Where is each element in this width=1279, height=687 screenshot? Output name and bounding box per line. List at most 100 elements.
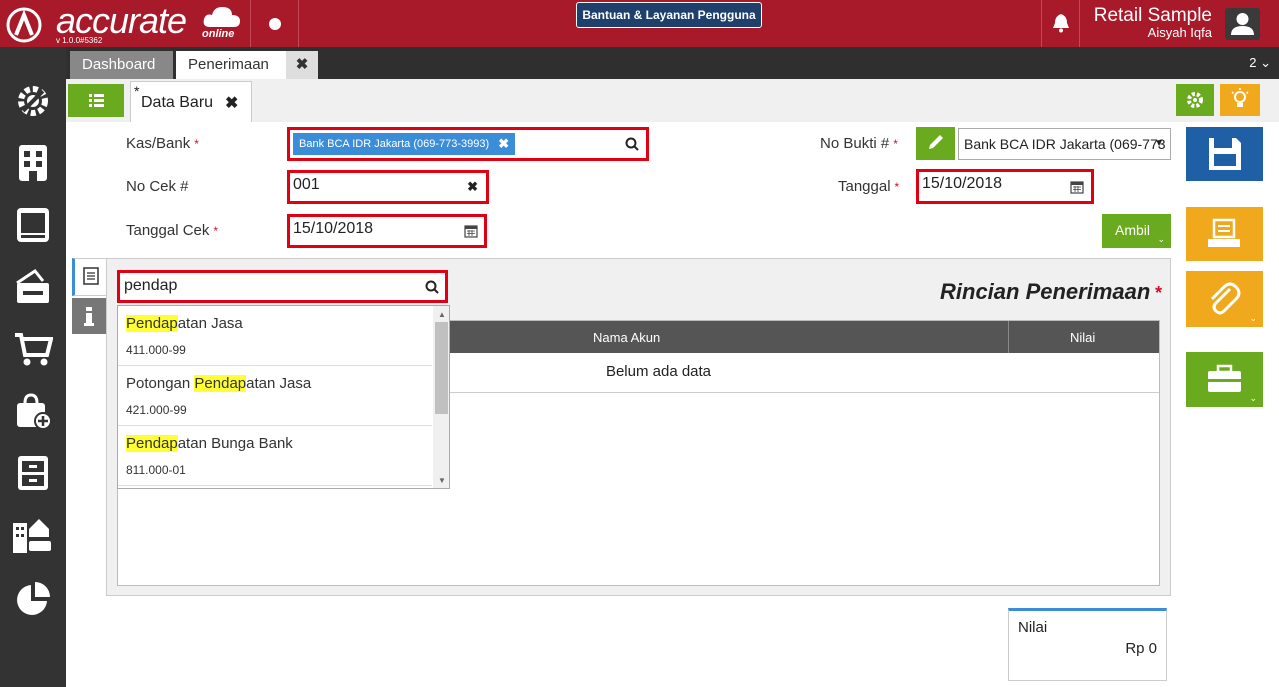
company-name: Retail Sample (1093, 5, 1212, 26)
attachment-button[interactable]: ⌄ (1186, 271, 1263, 327)
no-cek-label: No Cek # (126, 178, 189, 195)
unsaved-mark: * (134, 83, 140, 99)
user-info[interactable]: Retail Sample Aisyah Iqfa (1090, 6, 1212, 40)
tab-strip: Dashboard Penerimaan ✖ 2 ⌄ (66, 47, 1279, 79)
accurate-logo[interactable]: accurate online v 1.0.0#5362 (6, 0, 246, 45)
bell-icon[interactable] (1052, 13, 1070, 33)
scroll-up-icon[interactable]: ▲ (438, 310, 446, 319)
divider (1079, 0, 1080, 47)
tab-info[interactable] (72, 298, 106, 334)
no-bukti-select[interactable]: Bank BCA IDR Jakarta (069-773 ▼ (958, 128, 1171, 160)
cloud-icon (203, 7, 240, 27)
help-button[interactable]: Bantuan & Layanan Pengguna (576, 2, 762, 28)
top-bar: accurate online v 1.0.0#5362 Bantuan & L… (0, 0, 1279, 47)
account-code: 421.000-99 (126, 403, 187, 417)
inventory-cabinet-icon[interactable] (13, 453, 53, 493)
dropdown-arrow-icon: ▼ (1154, 138, 1164, 149)
user-icon (1231, 13, 1254, 35)
tanggal-cek-label: Tanggal Cek * (126, 222, 219, 239)
subtab-label: Data Baru (141, 94, 214, 111)
tab-data-baru[interactable]: * Data Baru ✖ (130, 81, 252, 122)
kas-bank-label: Kas/Bank * (126, 135, 199, 152)
chevron-down-icon: ⌄ (1249, 313, 1257, 323)
tanggal-value: 15/10/2018 (922, 175, 1003, 192)
list-item[interactable]: Potongan Pendapatan Jasa 421.000-99 (118, 366, 432, 426)
clear-icon[interactable]: ✖ (467, 179, 478, 195)
scroll-down-icon[interactable]: ▼ (438, 476, 446, 485)
edit-number-button[interactable] (916, 127, 955, 160)
remove-chip-icon[interactable]: ✖ (498, 133, 509, 155)
shopping-bag-add-icon[interactable] (13, 391, 53, 431)
logo-online: online (202, 28, 235, 40)
tanggal-cek-field[interactable]: 15/10/2018 (287, 214, 487, 248)
floppy-disk-icon (1209, 138, 1241, 170)
info-icon (84, 307, 94, 326)
app-version: v 1.0.0#5362 (56, 36, 103, 45)
column-nama-akun[interactable]: Nama Akun (593, 330, 660, 345)
sub-toolbar: * Data Baru ✖ (66, 79, 1279, 122)
account-name: Pendapatan Bunga Bank (126, 435, 293, 452)
pencil-icon (929, 135, 943, 149)
sidebar (0, 47, 66, 687)
column-nilai[interactable]: Nilai (1070, 330, 1095, 345)
no-cek-field[interactable]: 001 ✖ (287, 170, 489, 204)
accurate-logo-icon (6, 7, 42, 43)
search-icon[interactable] (625, 137, 639, 151)
divider (250, 0, 251, 47)
list-item[interactable]: Pendapatan Bunga Bank 811.000-01 (118, 426, 432, 486)
ledger-book-icon[interactable] (13, 205, 53, 245)
avatar[interactable] (1225, 8, 1260, 40)
lightbulb-icon (1231, 88, 1249, 107)
list-view-button[interactable] (68, 84, 124, 117)
tools-button[interactable]: ⌄ (1186, 352, 1263, 407)
tab-dashboard[interactable]: Dashboard (70, 51, 173, 79)
calendar-icon[interactable] (464, 224, 478, 238)
calendar-icon[interactable] (1070, 180, 1084, 194)
tanggal-field[interactable]: 15/10/2018 (916, 169, 1094, 204)
account-search-input[interactable]: pendap (117, 270, 448, 303)
total-label: Nilai (1018, 619, 1048, 636)
account-name: Potongan Pendapatan Jasa (126, 375, 312, 392)
close-subtab-icon[interactable]: ✖ (225, 93, 238, 113)
kas-bank-field[interactable]: Bank BCA IDR Jakarta (069-773-3993) ✖ (287, 127, 649, 161)
search-value: pendap (124, 277, 178, 294)
tab-count-dropdown[interactable]: 2 ⌄ (1249, 55, 1271, 71)
cash-bank-icon[interactable] (13, 267, 53, 307)
printer-icon (1208, 218, 1240, 247)
tab-penerimaan[interactable]: Penerimaan (176, 51, 286, 79)
document-list-icon (83, 267, 99, 285)
tips-button[interactable] (1220, 84, 1260, 116)
divider (1041, 0, 1042, 47)
company-building-icon[interactable] (13, 143, 53, 183)
total-summary: Nilai Rp 0 (1008, 608, 1167, 681)
account-code: 411.000-99 (126, 343, 186, 357)
gear-icon (1187, 92, 1203, 108)
settings-button[interactable] (1176, 84, 1214, 116)
tanggal-cek-value: 15/10/2018 (293, 220, 374, 237)
no-cek-value: 001 (293, 176, 320, 193)
list-icon (89, 94, 104, 107)
assets-building-car-icon[interactable] (13, 515, 53, 555)
account-name: Pendapatan Jasa (126, 315, 243, 332)
kas-bank-chip: Bank BCA IDR Jakarta (069-773-3993) ✖ (293, 133, 516, 155)
tanggal-label: Tanggal * (838, 178, 900, 195)
chevron-down-icon: ⌄ (1249, 393, 1257, 403)
ambil-button[interactable]: Ambil ⌄ (1102, 214, 1171, 248)
settings-tools-icon[interactable] (13, 81, 53, 121)
no-bukti-label: No Bukti # * (820, 135, 898, 152)
search-icon[interactable] (425, 280, 439, 294)
list-item[interactable]: Pendapatan Jasa 411.000-99 (118, 306, 432, 366)
account-code: 811.000-01 (126, 463, 186, 477)
close-tab-icon[interactable]: ✖ (286, 51, 318, 79)
divider (298, 0, 299, 47)
chevron-down-icon: ⌄ (1157, 234, 1165, 244)
report-pie-chart-icon[interactable] (13, 579, 53, 619)
tab-detail-list[interactable] (72, 258, 106, 296)
print-button[interactable] (1186, 207, 1263, 261)
scrollbar-thumb[interactable] (435, 322, 448, 414)
status-dot-icon[interactable] (269, 18, 281, 30)
save-button[interactable] (1186, 127, 1263, 181)
detail-title: Rincian Penerimaan * (940, 279, 1162, 304)
total-value: Rp 0 (1125, 640, 1157, 657)
shopping-cart-icon[interactable] (13, 329, 53, 369)
